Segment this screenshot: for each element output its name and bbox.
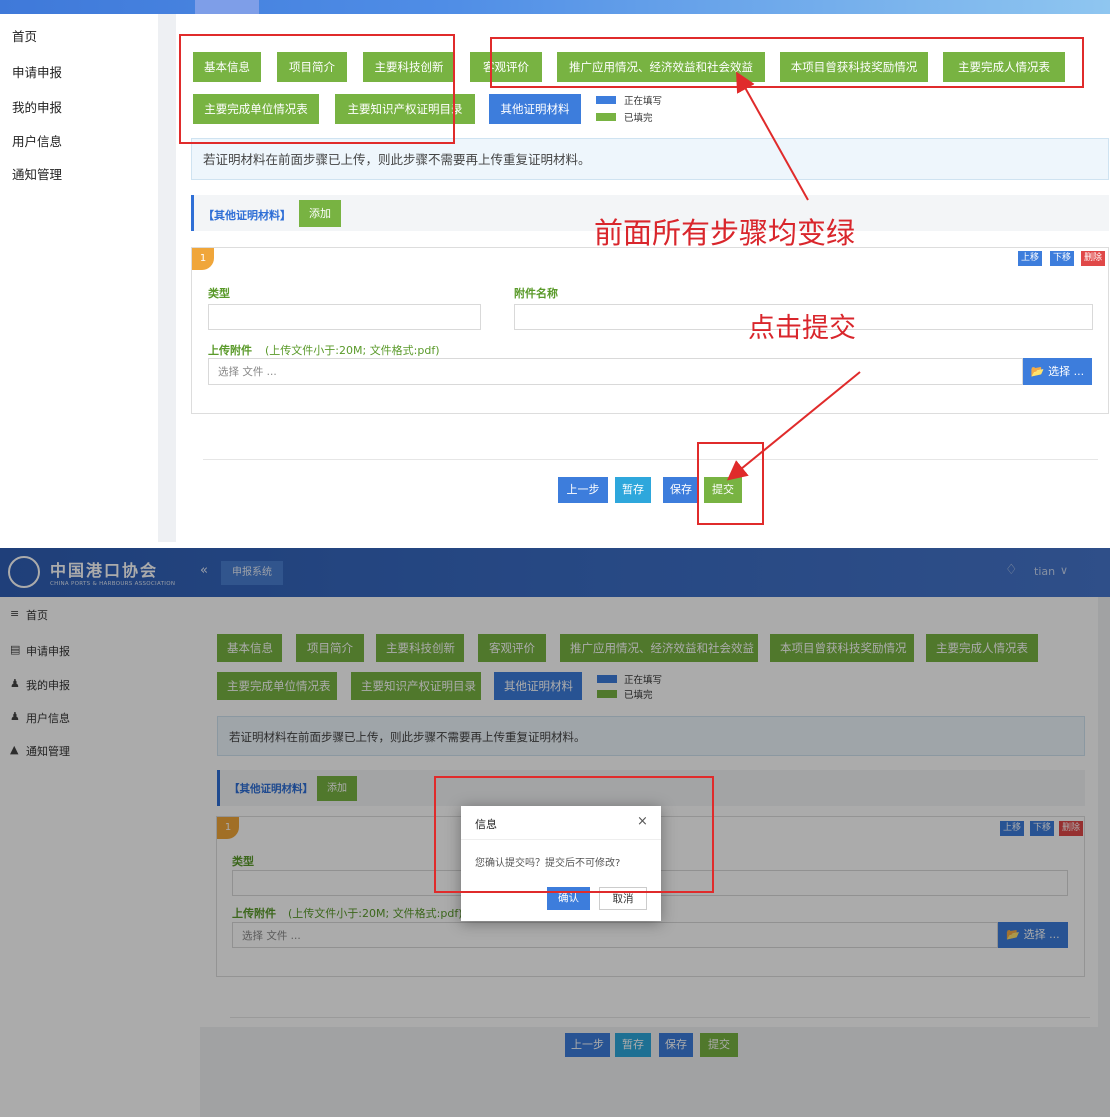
arrow-to-steps bbox=[736, 71, 809, 201]
tutorial-step-confirm: 中国港口协会 CHINA PORTS & HARBOURS ASSOCIATIO… bbox=[0, 548, 1110, 1117]
annotation-all-green: 前面所有步骤均变绿 bbox=[594, 216, 856, 250]
highlight-box-dialog bbox=[434, 776, 714, 893]
annotation-arrows bbox=[726, 71, 861, 481]
tutorial-step-submit: 首页 申请申报 我的申报 用户信息 通知管理 基本信息 项目简介 主要科技创新 … bbox=[0, 0, 1110, 542]
arrow-to-submit bbox=[726, 371, 861, 481]
annotation-click-submit: 点击提交 bbox=[748, 313, 856, 344]
